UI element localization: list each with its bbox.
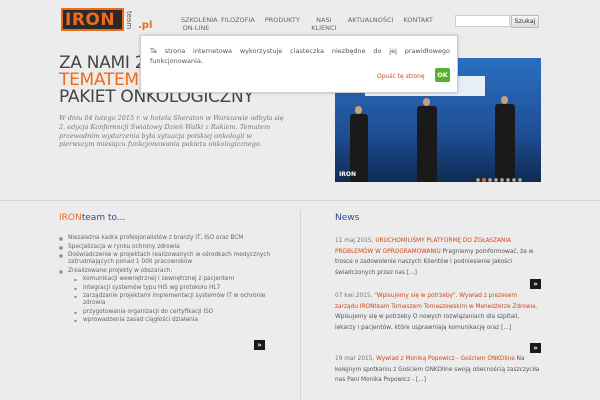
slider-pagination — [476, 178, 524, 182]
person-head — [355, 106, 362, 114]
slider-dot[interactable] — [476, 178, 480, 182]
ironteam-heading-b: team to... — [81, 213, 126, 223]
ironteam-heading: IRONteam to... — [59, 213, 125, 223]
sub-list-item: komunikacji wewnętrznej i zewnętrznej z … — [74, 276, 289, 283]
slider-dot[interactable] — [518, 178, 522, 182]
news-date: 11 maj 2015, — [335, 238, 374, 244]
news-more-button[interactable]: » — [530, 343, 541, 353]
slider-dot[interactable] — [500, 178, 504, 182]
slide-logo-tag: IRON — [339, 171, 356, 178]
logo-iron: IRON — [65, 10, 116, 30]
slider-dot[interactable] — [494, 178, 498, 182]
nav-produkty[interactable]: PRODUKTY — [265, 16, 300, 32]
list-item-text: Zrealizowane projekty w obszarach: — [68, 267, 173, 274]
person-head — [501, 96, 508, 104]
news-link[interactable]: Wywiad z Moniką Popowicz - Gościem ONKOl… — [376, 356, 515, 362]
news-heading: News — [335, 213, 360, 223]
ironteam-list: Niezależna kadra profesjonalistów z bran… — [59, 235, 289, 326]
news-excerpt: Wpisujemy się w potrzeby O nowych rozwią… — [335, 314, 520, 331]
nav-aktualnosci[interactable]: AKTUALNOŚCI — [348, 16, 394, 32]
nav-filozofia[interactable]: FILOZOFIA — [221, 16, 255, 32]
cookie-ok-button[interactable]: OK — [435, 68, 450, 82]
news-item: 07 kwi 2015, "Wpisujemy się w potrzeby".… — [335, 291, 541, 333]
news-date: 19 mar 2015, — [335, 356, 375, 362]
sub-list-item: wprowadzenia zasad ciągłości działania — [74, 317, 289, 324]
hero-description: W dniu 04 lutego 2015 r. w hotelu Sherat… — [59, 114, 284, 149]
person — [417, 106, 437, 182]
search-button[interactable]: Szukaj — [511, 15, 539, 28]
slider-dot[interactable] — [482, 178, 486, 182]
news-item: 19 mar 2015, Wywiad z Moniką Popowicz - … — [335, 354, 541, 386]
sub-list-item: integracji systemów typu HIS wg protokoł… — [74, 285, 289, 292]
slider-dot[interactable] — [506, 178, 510, 182]
list-item: Niezależna kadra profesjonalistów z bran… — [59, 235, 289, 242]
site-header: IRON team .pl SZKOLENIA ON-LINE FILOZOFI… — [0, 0, 600, 40]
person — [495, 104, 515, 182]
news-date: 07 kwi 2015, — [335, 293, 373, 299]
news-item: 11 maj 2015, URUCHOMILIŚMY PLATFORMĘ DO … — [335, 236, 541, 278]
logo-team: team — [125, 11, 133, 30]
slider-dot[interactable] — [512, 178, 516, 182]
search-input[interactable] — [455, 15, 510, 27]
cookie-message: Ta strona internetowa wykorzystuje ciast… — [150, 47, 450, 65]
list-item: Zrealizowane projekty w obszarach: komun… — [59, 268, 289, 325]
sub-list: komunikacji wewnętrznej i zewnętrznej z … — [68, 276, 289, 325]
leave-site-link[interactable]: Opuść tę stronę — [377, 73, 425, 80]
nav-szkolenia[interactable]: SZKOLENIA ON-LINE — [181, 16, 218, 32]
cookie-popup: Ta strona internetowa wykorzystuje ciast… — [140, 35, 458, 93]
ironteam-more-button[interactable]: » — [254, 340, 265, 350]
slider-dot[interactable] — [488, 178, 492, 182]
main-nav: SZKOLENIA ON-LINE FILOZOFIA PRODUKTY NAS… — [181, 16, 443, 32]
logo-tld: .pl — [138, 20, 153, 31]
logo[interactable]: IRON team .pl — [61, 8, 153, 35]
person-head — [423, 98, 430, 106]
ironteam-heading-a: IRON — [59, 213, 82, 223]
news-more-button[interactable]: » — [530, 279, 541, 289]
list-item: Doświadczenie w projektach realizowanych… — [59, 252, 289, 266]
sub-list-item: zarządzanie projektami implementacji sys… — [74, 293, 289, 307]
nav-nasi-klienci[interactable]: NASI KLIENCI — [310, 16, 338, 32]
nav-kontakt[interactable]: KONTAKT — [403, 16, 433, 32]
column-divider — [300, 210, 301, 400]
list-item: Specjalizacja w rynku ochrony zdrowia — [59, 244, 289, 251]
sub-list-item: przygotowania organizacji do certyfikacj… — [74, 309, 289, 316]
section-divider — [0, 200, 600, 201]
